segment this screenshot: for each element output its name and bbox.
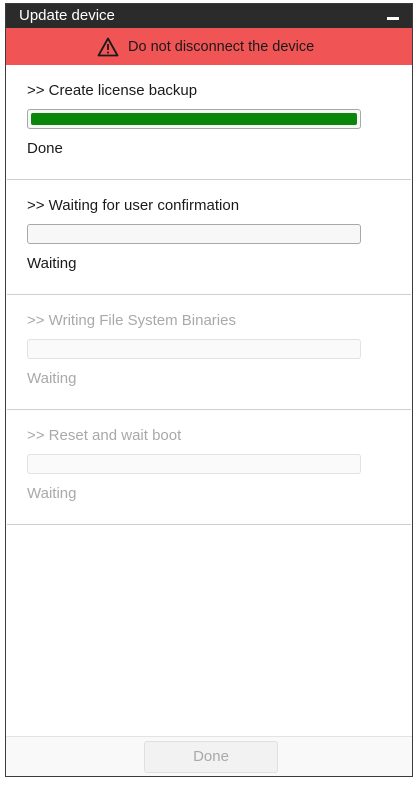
step-create-license-backup: >> Create license backup Done xyxy=(7,65,411,180)
progress-bar xyxy=(27,339,361,359)
step-status: Waiting xyxy=(27,485,77,502)
dialog-footer: Done xyxy=(6,736,412,776)
warning-banner: Do not disconnect the device xyxy=(6,28,412,65)
step-title: >> Writing File System Binaries xyxy=(27,312,236,329)
progress-bar xyxy=(27,109,361,129)
title-bar: Update device xyxy=(6,4,412,28)
progress-bar xyxy=(27,224,361,244)
steps-list: >> Create license backup Done >> Waiting… xyxy=(6,65,412,525)
step-status: Waiting xyxy=(27,370,77,387)
minimize-button[interactable] xyxy=(382,6,404,26)
warning-text: Do not disconnect the device xyxy=(128,39,315,55)
window-title: Update device xyxy=(19,7,115,24)
step-title: >> Waiting for user confirmation xyxy=(27,197,240,214)
minimize-icon xyxy=(387,17,399,20)
update-device-window: Update device Do not disconnect the devi… xyxy=(5,3,413,777)
progress-fill xyxy=(31,113,357,125)
step-waiting-user-confirmation: >> Waiting for user confirmation Waiting xyxy=(7,180,411,295)
step-reset-and-wait-boot: >> Reset and wait boot Waiting xyxy=(7,410,411,525)
progress-bar xyxy=(27,454,361,474)
step-status: Waiting xyxy=(27,255,77,272)
step-writing-file-system-binaries: >> Writing File System Binaries Waiting xyxy=(7,295,411,410)
step-status: Done xyxy=(27,140,63,157)
done-button[interactable]: Done xyxy=(144,741,278,773)
warning-triangle-icon xyxy=(97,37,119,57)
step-title: >> Create license backup xyxy=(27,82,198,99)
step-title: >> Reset and wait boot xyxy=(27,427,182,444)
